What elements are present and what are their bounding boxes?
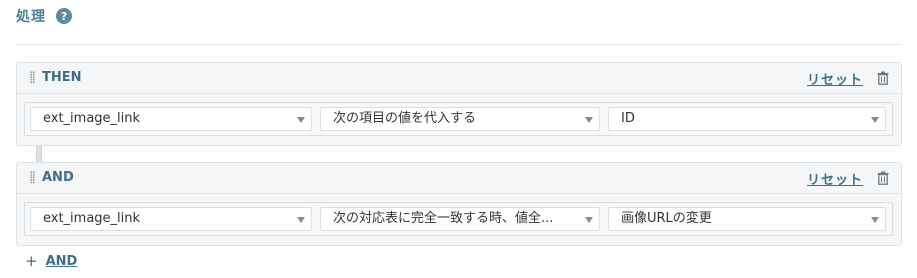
condition-row: ext_image_link 次の対応表に完全一致する時、値全... 画像URL… [24, 202, 893, 236]
select-value: ID [621, 111, 635, 126]
select-value: ext_image_link [43, 211, 141, 226]
condition-row: ext_image_link 次の項目の値を代入する ID [24, 102, 893, 136]
add-and-button[interactable]: + AND [25, 252, 77, 270]
section-title: 処理 [16, 9, 46, 25]
trash-icon[interactable] [877, 171, 889, 185]
caret-down-icon [871, 217, 879, 223]
select-value: 次の項目の値を代入する [333, 111, 477, 126]
section-header: 処理 ? [16, 6, 72, 26]
rule-label: AND [42, 170, 74, 185]
block-connector [36, 145, 42, 162]
rule-block-and: AND リセット ext_image_link 次の対応表に完全一致する時、値全… [16, 162, 902, 246]
rule-header: THEN リセット [17, 63, 901, 94]
caret-down-icon [585, 117, 593, 123]
select-value: 次の対応表に完全一致する時、値全... [333, 211, 554, 226]
rule-label: THEN [42, 70, 82, 85]
reset-link[interactable]: リセット [807, 69, 863, 88]
rule-block-then: THEN リセット ext_image_link 次の項目の値を代入する ID [16, 62, 902, 146]
caret-down-icon [871, 117, 879, 123]
drag-handle-icon[interactable] [30, 71, 35, 84]
rule-body: ext_image_link 次の項目の値を代入する ID [17, 94, 901, 144]
select-value: ext_image_link [43, 111, 141, 126]
caret-down-icon [297, 217, 305, 223]
trash-icon[interactable] [877, 71, 889, 85]
divider [16, 44, 901, 45]
drag-handle-icon[interactable] [30, 171, 35, 184]
field-select[interactable]: ext_image_link [30, 207, 312, 231]
rule-header: AND リセット [17, 163, 901, 194]
plus-icon: + [25, 252, 38, 270]
caret-down-icon [297, 117, 305, 123]
caret-down-icon [585, 217, 593, 223]
field-select[interactable]: ext_image_link [30, 107, 312, 131]
rule-body: ext_image_link 次の対応表に完全一致する時、値全... 画像URL… [17, 194, 901, 244]
help-icon[interactable]: ? [56, 8, 72, 24]
reset-link[interactable]: リセット [807, 169, 863, 188]
select-value: 画像URLの変更 [621, 211, 712, 226]
value-select[interactable]: 画像URLの変更 [608, 207, 886, 231]
operation-select[interactable]: 次の項目の値を代入する [320, 107, 600, 131]
value-select[interactable]: ID [608, 107, 886, 131]
add-and-label: AND [45, 253, 78, 269]
operation-select[interactable]: 次の対応表に完全一致する時、値全... [320, 207, 600, 231]
